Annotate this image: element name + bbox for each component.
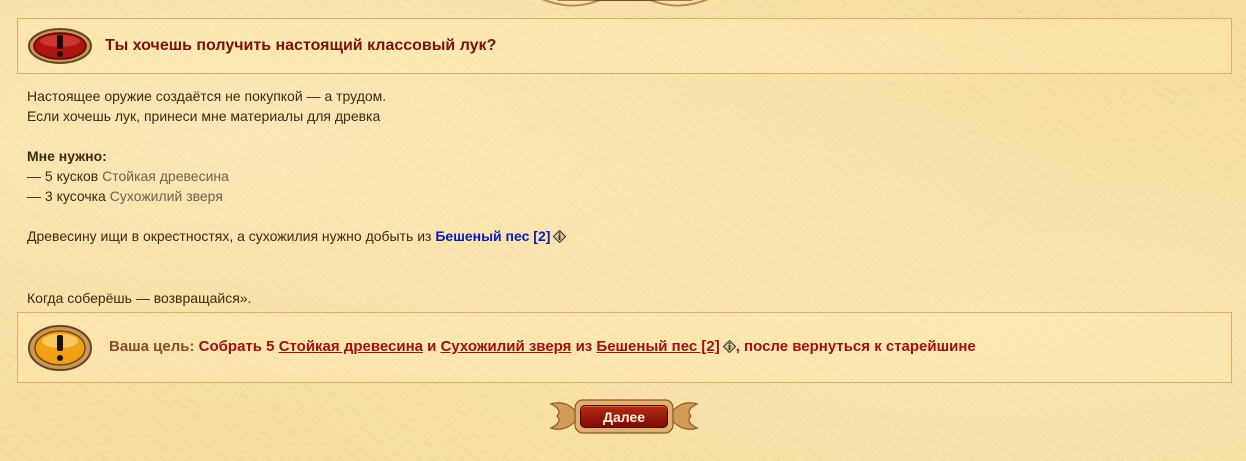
goal-item-link[interactable]: Сухожилий зверя — [441, 338, 572, 355]
top-ornament — [541, 0, 709, 7]
goal-item-link[interactable]: Стойкая древесина — [279, 338, 423, 355]
requirement-item: — 5 кусков Стойкая древесина — [27, 168, 229, 184]
goal-label: Ваша цель: — [109, 338, 195, 355]
dialog-line: Настоящее оружие создаётся не покупкой —… — [27, 88, 387, 104]
npc-link[interactable]: Бешеный пес [2] — [435, 228, 550, 244]
hint-line: Древесину ищи в окрестностях, а сухожили… — [27, 226, 1217, 248]
goal-npc-link[interactable]: Бешеный пес [2] — [596, 338, 719, 355]
exclamation-red-icon — [27, 26, 93, 66]
closing-line: Когда соберёшь — возвращайся». — [27, 290, 252, 306]
item-name[interactable]: Стойкая древесина — [102, 168, 229, 184]
quest-goal: Ваша цель: Собрать 5 Стойкая древесина и… — [109, 338, 976, 357]
dialog-text: Настоящее оружие создаётся не покупкой —… — [27, 86, 1217, 308]
dialog-line: Если хочешь лук, принеси мне материалы д… — [27, 108, 381, 124]
next-button[interactable]: Далее — [580, 405, 668, 428]
item-name[interactable]: Сухожилий зверя — [110, 188, 223, 204]
info-icon[interactable] — [553, 228, 567, 248]
quest-title-panel: Ты хочешь получить настоящий классовый л… — [17, 18, 1232, 74]
quest-goal-panel: Ваша цель: Собрать 5 Стойкая древесина и… — [17, 312, 1232, 383]
requirement-item: — 3 кусочка Сухожилий зверя — [27, 188, 223, 204]
info-icon[interactable] — [722, 339, 736, 357]
next-button-frame: Далее — [547, 396, 701, 438]
need-label: Мне нужно: — [27, 148, 107, 164]
exclamation-orange-icon — [27, 323, 93, 373]
quest-title: Ты хочешь получить настоящий классовый л… — [105, 37, 497, 54]
